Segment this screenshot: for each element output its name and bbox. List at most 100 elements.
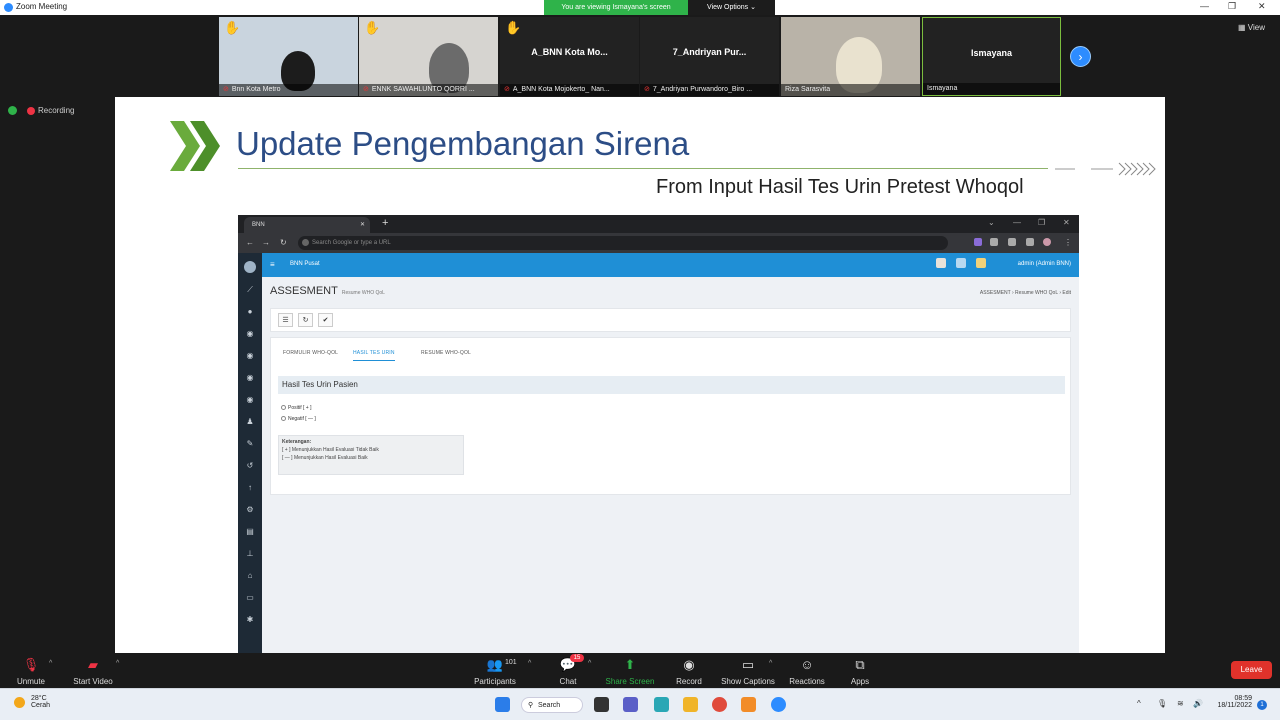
participant-name-bar: Ismayana [923, 83, 1060, 95]
profile-icon[interactable] [1043, 238, 1051, 246]
radio-circle[interactable] [281, 416, 286, 422]
participant-tile-active-speaker[interactable]: Ismayana Ismayana [922, 17, 1061, 96]
reload-icon[interactable]: ↻ [280, 238, 287, 247]
edit-icon[interactable]: ✎ [245, 439, 255, 449]
browser-tab[interactable]: BNN ✕ [244, 217, 370, 233]
extension-icon[interactable] [974, 238, 982, 246]
breadcrumb[interactable]: ASSESMENT › Resume WHO QoL › Edit [980, 290, 1071, 296]
volume-icon[interactable]: 🔊 [1193, 699, 1203, 708]
maximize-icon[interactable]: ❐ [1228, 1, 1236, 12]
browser-maximize-icon[interactable]: ❐ [1038, 218, 1045, 227]
tab-formulir[interactable]: FORMULIR WHO-QOL [283, 350, 338, 356]
browser-minimize-icon[interactable]: — [1013, 218, 1021, 227]
minimize-icon[interactable]: — [1200, 1, 1209, 11]
table-icon[interactable]: ▤ [245, 527, 255, 537]
app-brand[interactable]: BNN Pusat [290, 261, 320, 267]
chat-caret-icon[interactable]: ^ [588, 660, 591, 667]
globe-icon[interactable]: ● [245, 307, 255, 317]
taskbar-search[interactable]: ⚲ Search [521, 697, 583, 713]
notification-icon[interactable] [936, 258, 946, 268]
view-options-button[interactable]: View Options ⌄ [688, 0, 775, 15]
file-explorer-icon[interactable] [683, 697, 698, 712]
cast-icon[interactable] [1008, 238, 1016, 246]
forward-icon[interactable]: → [262, 238, 270, 247]
system-clock[interactable]: 08:59 18/11/2022 [1210, 695, 1252, 709]
wifi-icon[interactable]: ≋ [1177, 699, 1184, 708]
next-page-arrow-icon[interactable]: › [1070, 46, 1091, 67]
home-icon[interactable]: ⌂ [245, 571, 255, 581]
close-icon[interactable]: ✕ [1258, 1, 1266, 12]
tab-resume[interactable]: RESUME WHO-QOL [421, 350, 471, 356]
participant-name: Riza Sarasvita [785, 86, 831, 93]
list-button[interactable]: ☰ [278, 313, 293, 327]
users-icon[interactable]: ♟ [245, 417, 255, 427]
puzzle-icon[interactable] [990, 238, 998, 246]
user-menu[interactable]: admin (Admin BNN) [1018, 261, 1071, 267]
participant-tile[interactable]: ✋ A_BNN Kota Mo... ⊘ A_BNN Kota Mojokerto… [500, 17, 639, 96]
start-windows-icon[interactable] [495, 697, 510, 712]
participant-tile[interactable]: ✋ ⊘ Bnn Kota Metro [219, 17, 358, 96]
radio-circle[interactable] [281, 405, 286, 411]
user-circle-icon[interactable]: ◉ [245, 373, 255, 383]
participant-name: Bnn Kota Metro [231, 86, 281, 93]
zoom-window: Zoom Meeting — ❐ ✕ You are viewing Ismay… [0, 0, 1280, 720]
share-screen-button[interactable]: ⬆ Share Screen [603, 657, 657, 686]
participants-caret-icon[interactable]: ^ [528, 660, 531, 667]
teams-chat-icon[interactable] [623, 697, 638, 712]
weather-widget[interactable]: 28°C Cerah [14, 695, 50, 709]
vlc-icon[interactable] [741, 697, 756, 712]
flag-icon[interactable] [976, 258, 986, 268]
user-circle-icon[interactable]: ◉ [245, 351, 255, 361]
refresh-button[interactable]: ↻ [298, 313, 313, 327]
participant-tile[interactable]: 7_Andriyan Pur... ⊘ 7_Andriyan Purwandoro… [640, 17, 779, 96]
chart-icon[interactable]: ⟋ [245, 285, 255, 295]
captions-caret-icon[interactable]: ^ [769, 660, 772, 667]
hamburger-icon[interactable]: ≡ [270, 260, 275, 269]
new-tab-icon[interactable]: + [382, 217, 388, 229]
reactions-icon: ☺ [800, 657, 814, 672]
radio-negatif[interactable]: Negatif [ — ] [281, 416, 316, 422]
start-video-button[interactable]: ▰ Start Video [70, 657, 116, 686]
tab-hasil-tes-urin[interactable]: HASIL TES URIN [353, 350, 395, 361]
message-icon[interactable] [956, 258, 966, 268]
zoom-taskbar-icon[interactable] [771, 697, 786, 712]
omnibox[interactable]: Search Google or type a URL [298, 236, 948, 250]
sitemap-icon[interactable]: ⊥ [245, 549, 255, 559]
edge-icon[interactable] [654, 697, 669, 712]
weather-sun-icon [14, 697, 25, 708]
tab-search-icon[interactable]: ⌄ [988, 218, 995, 227]
slide-title: Update Pengembangan Sirena [236, 125, 690, 162]
laptop-icon[interactable]: ▭ [245, 593, 255, 603]
user-circle-icon[interactable]: ◉ [245, 395, 255, 405]
unmute-button[interactable]: 🎙 Unmute [12, 657, 50, 686]
settings-icon[interactable]: ✱ [245, 615, 255, 625]
participant-tile[interactable]: ✋ ⊘ ENNK SAWAHLUNTO QORRI ... [359, 17, 498, 96]
sidebar-icon[interactable] [1026, 238, 1034, 246]
leave-button[interactable]: Leave [1231, 661, 1272, 679]
tool-icon[interactable]: ⚙ [245, 505, 255, 515]
browser-close-icon[interactable]: ✕ [1063, 218, 1070, 227]
reactions-button[interactable]: ☺ Reactions [787, 657, 827, 686]
view-label: View [1247, 23, 1265, 32]
history-icon[interactable]: ↺ [245, 461, 255, 471]
task-view-icon[interactable] [594, 697, 609, 712]
view-button[interactable]: ▦ View [1238, 23, 1265, 32]
radio-positif[interactable]: Positif [ + ] [281, 405, 311, 411]
audio-options-caret-icon[interactable]: ^ [49, 660, 52, 667]
apps-button[interactable]: ⧉ Apps [846, 657, 874, 686]
windows-taskbar: 28°C Cerah ⚲ Search ^ 🎙 ≋ 🔊 08:59 18/11/202… [0, 688, 1280, 720]
tray-overflow-icon[interactable]: ^ [1137, 699, 1141, 708]
notification-icon[interactable]: 1 [1257, 700, 1267, 710]
save-button[interactable]: ✔ [318, 313, 333, 327]
microphone-tray-icon[interactable]: 🎙 [1157, 699, 1167, 708]
chrome-icon[interactable] [712, 697, 727, 712]
video-options-caret-icon[interactable]: ^ [116, 660, 119, 667]
record-button[interactable]: ◉ Record [673, 657, 705, 686]
browser-menu-icon[interactable]: ⋮ [1064, 238, 1072, 247]
tab-close-icon[interactable]: ✕ [360, 217, 365, 233]
back-icon[interactable]: ← [246, 238, 254, 247]
participant-tile[interactable]: Riza Sarasvita [781, 17, 920, 96]
pin-icon[interactable]: ↑ [245, 483, 255, 493]
user-circle-icon[interactable]: ◉ [245, 329, 255, 339]
raised-hand-icon: ✋ [224, 20, 241, 35]
